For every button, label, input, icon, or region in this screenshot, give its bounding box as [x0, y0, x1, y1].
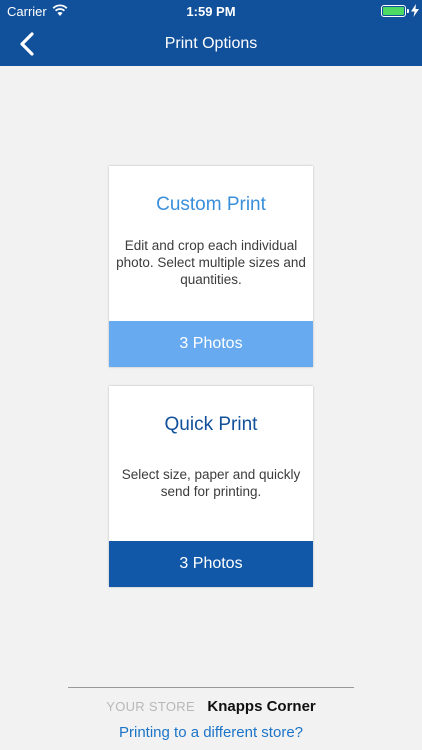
quick-print-description: Select size, paper and quickly send for … [121, 467, 301, 499]
page-title: Print Options [164, 35, 258, 52]
store-info: YOUR STORE Knapps Corner [0, 698, 422, 716]
navigation-header: Carrier 1:59 PM Print Options [0, 0, 422, 66]
store-name: Knapps Corner [207, 698, 316, 715]
custom-print-card[interactable]: Custom Print Edit and crop each individu… [109, 166, 313, 367]
custom-print-photos-button[interactable]: 3 Photos [109, 321, 313, 367]
custom-print-title: Custom Print [156, 194, 266, 215]
quick-print-photos-button[interactable]: 3 Photos [109, 541, 313, 587]
quick-print-title: Quick Print [164, 414, 258, 435]
custom-print-description: Edit and crop each individual photo. Sel… [116, 238, 306, 287]
status-bar: Carrier 1:59 PM [0, 0, 422, 22]
charging-icon [411, 4, 419, 17]
store-label: YOUR STORE [106, 699, 195, 714]
battery-icon [381, 5, 406, 17]
quick-print-card[interactable]: Quick Print Select size, paper and quick… [109, 386, 313, 587]
clock: 1:59 PM [186, 4, 236, 19]
footer-divider [68, 687, 354, 688]
change-store-link[interactable]: Printing to a different store? [0, 724, 422, 741]
battery-tip [407, 9, 409, 13]
